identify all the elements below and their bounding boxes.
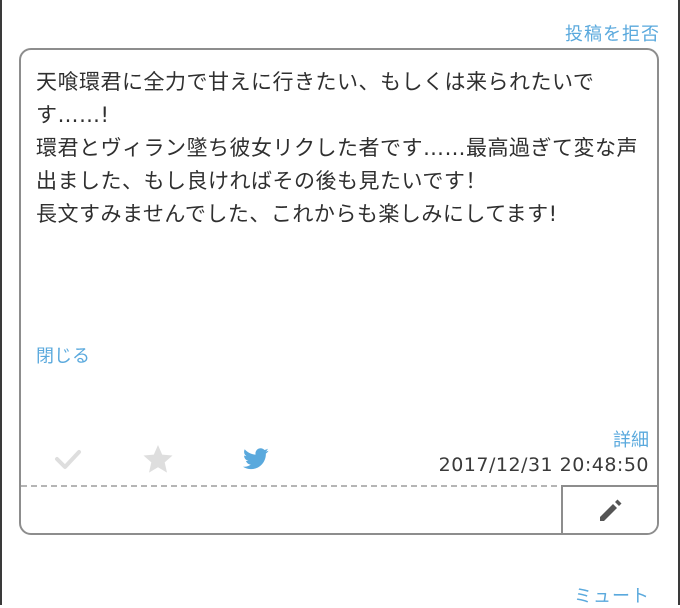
post-timestamp: 2017/12/31 20:48:50 [438,454,649,476]
message-paragraph: 長文すみませんでした、これからも楽しみにしてます! [36,202,558,226]
close-link[interactable]: 閉じる [36,342,90,368]
twitter-icon[interactable] [239,442,273,476]
detail-link[interactable]: 詳細 [613,426,649,452]
mute-link[interactable]: ミュート [574,582,650,608]
left-frame-border [0,0,2,605]
edit-button[interactable] [561,485,657,533]
check-icon[interactable] [51,442,85,476]
reject-post-link[interactable]: 投稿を拒否 [565,20,660,46]
star-icon[interactable] [141,442,175,476]
post-card: 天喰環君に全力で甘えに行きたい、もしくは来られたいです……! 環君とヴィラン墜ち… [19,48,659,535]
post-message: 天喰環君に全力で甘えに行きたい、もしくは来られたいです……! 環君とヴィラン墜ち… [36,66,646,231]
message-paragraph: 環君とヴィラン墜ち彼女リクした者です……最高過ぎて変な声出ました、もし良ければそ… [36,136,638,193]
message-paragraph: 天喰環君に全力で甘えに行きたい、もしくは来られたいです……! [36,70,595,127]
post-actions [51,442,273,476]
pencil-icon [600,499,622,521]
